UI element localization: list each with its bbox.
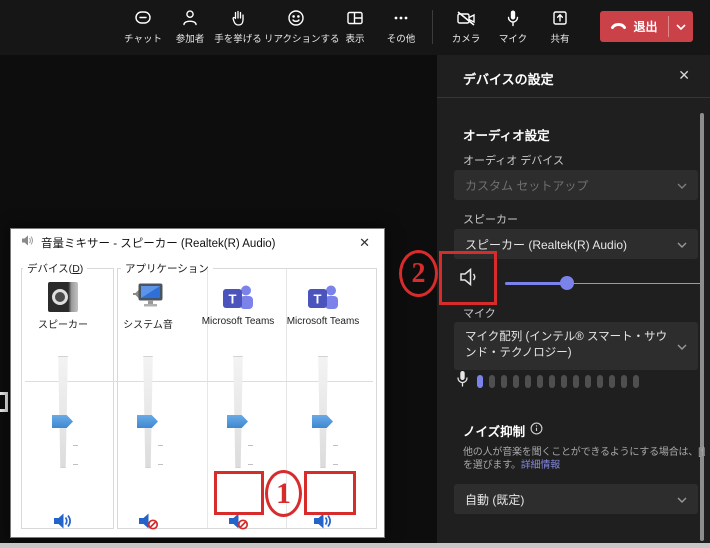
panel-title: デバイスの設定 [463,72,554,87]
mic-level-meter [456,370,639,392]
mixer-column-system-sounds: システム音 [105,268,191,531]
mic-label: マイク [463,308,496,320]
panel-close-icon[interactable]: ✕ [678,67,690,84]
mic-meter-bar [597,374,603,388]
audio-settings-heading: オーディオ設定 [463,129,550,143]
mixer-column-speaker: スピーカー [20,268,106,529]
leave-label: 退出 [633,20,658,34]
share-label: 共有 [550,34,570,45]
svg-text:T: T [229,292,237,307]
bottom-edge-strip [0,543,710,548]
meeting-toolbar: チャット 参加者 手を挙げる リアクションする 表示 その他 カメラ マイク 共… [0,0,710,55]
volume-slider-thumb[interactable] [227,415,248,428]
raise-hand-label: 手を挙げる [214,34,262,45]
audio-device-dropdown[interactable]: カスタム セットアップ [454,170,698,200]
annotation-box-muted-teams [214,471,264,515]
volume-slider-thumb[interactable] [137,415,158,428]
mic-meter-bar [513,374,519,388]
reactions-icon [264,7,328,29]
mixer-column-name: Microsoft Teams [286,316,360,327]
chevron-down-icon [677,492,687,506]
speaker-device-icon [48,282,78,312]
leave-button[interactable]: 退出 [600,11,693,42]
raise-hand-icon [206,7,270,29]
mic-meter-bar [585,374,591,388]
panel-scrollbar[interactable] [700,113,704,541]
speaker-test-icon[interactable] [457,265,481,294]
chevron-down-icon [677,339,687,355]
mixer-title: 音量ミキサー - スピーカー (Realtek(R) Audio) [41,237,276,250]
reactions-button[interactable]: リアクションする [264,7,340,45]
mute-toggle-button[interactable] [52,511,74,531]
mixer-column-name: システム音 [123,320,173,331]
speaker-small-icon [21,234,34,252]
more-button[interactable]: その他 [369,7,433,45]
mic-meter-bar [561,374,567,388]
mute-toggle-button[interactable] [137,511,159,531]
mic-small-icon [456,370,469,392]
teams-meeting-window: チャット 参加者 手を挙げる リアクションする 表示 その他 カメラ マイク 共… [0,0,710,548]
mixer-titlebar[interactable]: 音量ミキサー - スピーカー (Realtek(R) Audio) ✕ [11,229,384,256]
leave-options-chevron[interactable] [669,23,693,30]
annotation-step-1: 1 [265,470,302,517]
mic-meter-bars [477,374,639,388]
mic-meter-bar [477,374,483,388]
annotation-step-2: 2 [399,250,438,297]
noise-suppression-heading: ノイズ抑制 [463,425,526,439]
chevron-down-icon [677,178,687,192]
toolbar-divider [432,10,433,44]
noise-description-line2: を選びます。詳細情報 [463,460,561,471]
volume-slider-track[interactable] [58,356,68,468]
volume-slider-track[interactable] [233,356,243,468]
share-button[interactable]: 共有 [528,7,592,45]
annotation-box-unmuted-teams [304,471,356,515]
device-settings-panel: デバイスの設定 ✕ オーディオ設定 オーディオ デバイス カスタム セットアップ… [437,55,710,543]
clipped-background-glyph [0,392,8,412]
mic-meter-bar [549,374,555,388]
hangup-icon [610,20,627,34]
share-icon [528,7,592,29]
speaker-volume-slider[interactable] [505,276,710,290]
system-sounds-icon [131,282,165,317]
slider-thumb[interactable] [560,276,574,290]
reactions-label: リアクションする [264,34,340,45]
svg-text:T: T [314,292,322,307]
slider-track [567,282,700,284]
volume-slider-thumb[interactable] [312,415,333,428]
mic-dropdown[interactable]: マイク配列 (インテル® スマート・サウンド・テクノロジー) [454,322,698,370]
mic-meter-bar [633,374,639,388]
mixer-close-icon[interactable]: ✕ [355,235,374,251]
learn-more-link[interactable]: 詳細情報 [521,460,560,471]
mic-meter-bar [525,374,531,388]
panel-header-divider [437,97,710,98]
teams-icon: T [306,282,340,317]
mic-meter-bar [489,374,495,388]
mixer-column-name: スピーカー [38,320,88,331]
mic-meter-bar [537,374,543,388]
info-icon[interactable] [530,422,543,440]
noise-suppression-dropdown[interactable]: 自動 (既定) [454,484,698,514]
raise-hand-button[interactable]: 手を挙げる [206,7,270,45]
teams-icon: T [221,282,255,317]
mic-meter-bar [609,374,615,388]
mic-meter-bar [501,374,507,388]
more-icon [369,7,433,29]
mic-meter-bar [573,374,579,388]
audio-device-label: オーディオ デバイス [463,155,564,167]
volume-mixer-dialog: 音量ミキサー - スピーカー (Realtek(R) Audio) ✕ デバイス… [10,228,385,538]
slider-fill [505,282,567,285]
volume-slider-thumb[interactable] [52,415,73,428]
mic-meter-bar [621,374,627,388]
mixer-column-name: Microsoft Teams [201,316,275,327]
speaker-label: スピーカー [463,214,518,226]
volume-slider-track[interactable] [143,356,153,468]
more-label: その他 [386,34,416,45]
chevron-down-icon [677,237,687,251]
meeting-stage: 音量ミキサー - スピーカー (Realtek(R) Audio) ✕ デバイス… [0,55,437,543]
volume-slider-track[interactable] [318,356,328,468]
